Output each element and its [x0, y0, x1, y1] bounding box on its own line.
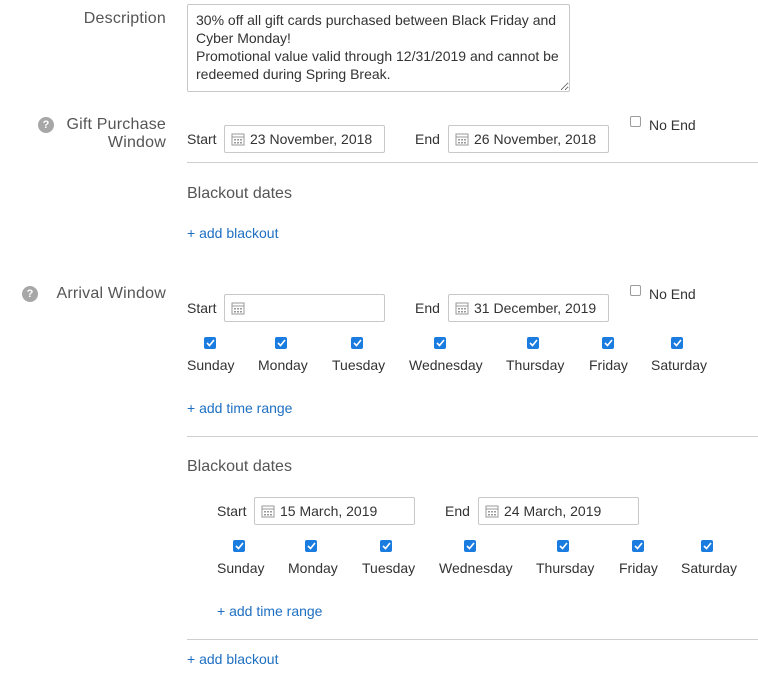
- gift-end-date-value: 26 November, 2018: [474, 131, 597, 147]
- calendar-icon: [485, 505, 499, 518]
- arrival-no-end-label: No End: [649, 286, 696, 302]
- gift-window-label-line1: Gift Purchase: [66, 116, 166, 133]
- gift-window-label-line2: Window: [107, 134, 166, 151]
- gift-start-date-value: 23 November, 2018: [250, 131, 373, 147]
- blackout-day-label-friday: Friday: [619, 560, 658, 576]
- check-icon: [558, 542, 568, 550]
- checkbox-friday[interactable]: [602, 337, 614, 349]
- divider: [187, 639, 758, 640]
- check-icon: [528, 339, 538, 347]
- day-label-monday: Monday: [258, 357, 308, 373]
- arrival-add-blackout-link[interactable]: + add blackout: [187, 651, 278, 667]
- description-label: Description: [83, 10, 166, 27]
- check-icon: [205, 339, 215, 347]
- calendar-icon: [261, 505, 275, 518]
- checkbox-monday[interactable]: [275, 337, 287, 349]
- arrival-end-date-input[interactable]: 31 December, 2019: [448, 294, 609, 322]
- blackout-checkbox-sunday[interactable]: [233, 540, 245, 552]
- checkbox-sunday[interactable]: [204, 337, 216, 349]
- checkbox-wednesday[interactable]: [434, 337, 446, 349]
- arrival-end-date-value: 31 December, 2019: [474, 300, 597, 316]
- gift-window-label: Gift Purchase Window: [40, 116, 166, 152]
- check-icon: [435, 339, 445, 347]
- help-icon[interactable]: ?: [22, 286, 38, 302]
- blackout-checkbox-saturday[interactable]: [701, 540, 713, 552]
- check-icon: [381, 542, 391, 550]
- description-textarea[interactable]: 30% off all gift cards purchased between…: [187, 4, 570, 92]
- blackout-day-label-monday: Monday: [288, 560, 338, 576]
- check-icon: [603, 339, 613, 347]
- day-label-sunday: Sunday: [187, 357, 235, 373]
- day-label-tuesday: Tuesday: [332, 357, 386, 373]
- gift-start-date-input[interactable]: 23 November, 2018: [224, 125, 385, 153]
- blackout-start-date-value: 15 March, 2019: [280, 503, 378, 519]
- arrival-end-label: End: [415, 300, 440, 316]
- blackout-start-date-input[interactable]: 15 March, 2019: [254, 497, 415, 525]
- gift-blackout-title: Blackout dates: [187, 185, 292, 202]
- arrival-add-time-range-link[interactable]: + add time range: [187, 400, 292, 416]
- blackout-day-label-saturday: Saturday: [681, 560, 738, 576]
- blackout-day-label-tuesday: Tuesday: [362, 560, 416, 576]
- check-icon: [352, 339, 362, 347]
- check-icon: [702, 542, 712, 550]
- blackout-add-time-range-link[interactable]: + add time range: [217, 603, 322, 619]
- calendar-icon: [231, 302, 245, 315]
- checkbox-thursday[interactable]: [527, 337, 539, 349]
- day-label-friday: Friday: [589, 357, 628, 373]
- checkbox-tuesday[interactable]: [351, 337, 363, 349]
- day-label-saturday: Saturday: [651, 357, 708, 373]
- blackout-end-label: End: [445, 503, 470, 519]
- check-icon: [306, 542, 316, 550]
- day-label-wednesday: Wednesday: [409, 357, 483, 373]
- blackout-checkbox-tuesday[interactable]: [380, 540, 392, 552]
- blackout-day-label-thursday: Thursday: [536, 560, 595, 576]
- blackout-start-label: Start: [217, 503, 247, 519]
- blackout-checkbox-friday[interactable]: [632, 540, 644, 552]
- blackout-end-date-value: 24 March, 2019: [504, 503, 602, 519]
- blackout-day-label-sunday: Sunday: [217, 560, 265, 576]
- calendar-icon: [455, 302, 469, 315]
- gift-end-label: End: [415, 131, 440, 147]
- checkbox-saturday[interactable]: [671, 337, 683, 349]
- blackout-checkbox-thursday[interactable]: [557, 540, 569, 552]
- gift-start-label: Start: [187, 131, 217, 147]
- blackout-checkbox-wednesday[interactable]: [464, 540, 476, 552]
- arrival-start-label: Start: [187, 300, 217, 316]
- gift-end-date-input[interactable]: 26 November, 2018: [448, 125, 609, 153]
- check-icon: [276, 339, 286, 347]
- arrival-start-date-input[interactable]: [224, 294, 385, 322]
- gift-no-end-label: No End: [649, 117, 696, 133]
- check-icon: [633, 542, 643, 550]
- blackout-end-date-input[interactable]: 24 March, 2019: [478, 497, 639, 525]
- arrival-no-end-checkbox[interactable]: [630, 285, 641, 296]
- check-icon: [672, 339, 682, 347]
- divider: [187, 436, 758, 437]
- calendar-icon: [455, 133, 469, 146]
- day-label-thursday: Thursday: [506, 357, 565, 373]
- check-icon: [234, 542, 244, 550]
- calendar-icon: [231, 133, 245, 146]
- arrival-window-label: Arrival Window: [56, 285, 166, 302]
- check-icon: [465, 542, 475, 550]
- arrival-blackout-title: Blackout dates: [187, 458, 292, 475]
- gift-no-end-checkbox[interactable]: [630, 116, 641, 127]
- blackout-checkbox-monday[interactable]: [305, 540, 317, 552]
- divider: [187, 162, 758, 163]
- blackout-day-label-wednesday: Wednesday: [439, 560, 513, 576]
- gift-add-blackout-link[interactable]: + add blackout: [187, 225, 278, 241]
